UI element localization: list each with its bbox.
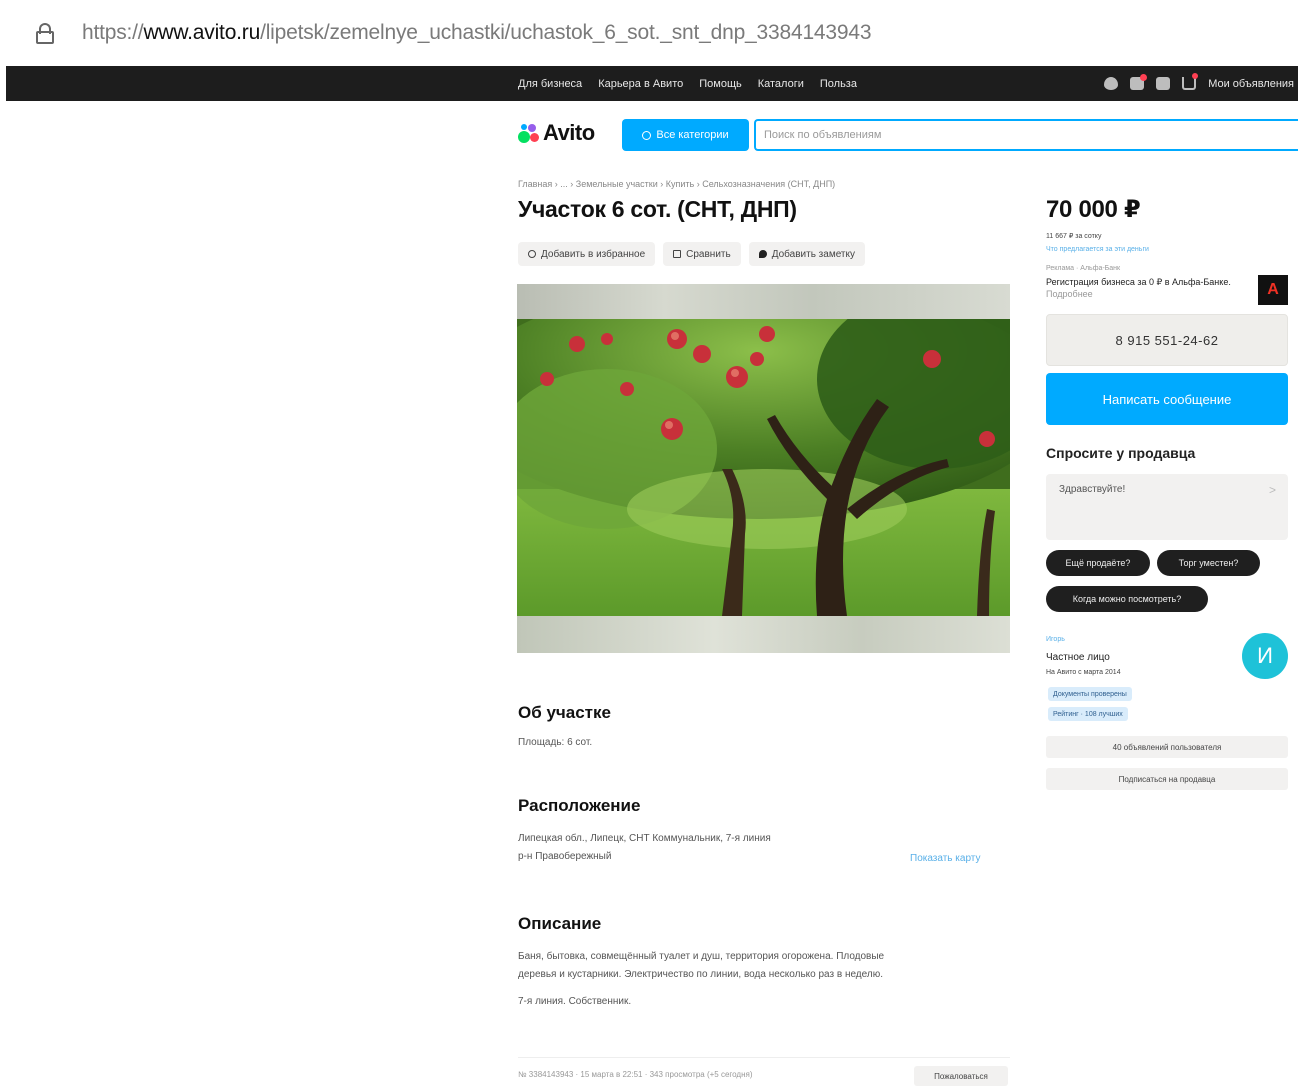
top-nav-career[interactable]: Карьера в Авито <box>598 78 683 90</box>
alfa-bank-logo-letter: А <box>1267 281 1279 298</box>
lock-icon <box>36 22 54 44</box>
add-to-favorites-label: Добавить в избранное <box>541 248 646 260</box>
favorites-heart-icon[interactable] <box>1104 77 1119 90</box>
url-text[interactable]: https://www.avito.ru/lipetsk/zemelnye_uc… <box>82 21 872 45</box>
seller-rating-badge: Рейтинг · 108 лучших <box>1048 707 1128 721</box>
apple-tree-image <box>517 319 1010 616</box>
ad-more-link[interactable]: Подробнее <box>1046 289 1093 299</box>
quick-question-chip[interactable]: Когда можно посмотреть? <box>1046 586 1208 612</box>
subscribe-seller-button[interactable]: Подписаться на продавца <box>1046 768 1288 790</box>
logo-text: Avito <box>543 120 595 145</box>
photo-blur-top <box>517 284 1010 319</box>
compare-label: Сравнить <box>686 248 731 260</box>
add-note-button[interactable]: Добавить заметку <box>748 242 865 266</box>
compare-icon <box>673 250 682 258</box>
browser-address-bar[interactable]: https://www.avito.ru/lipetsk/zemelnye_uc… <box>0 0 1298 66</box>
location-heading: Расположение <box>518 796 641 815</box>
about-area: Площадь: 6 сот. <box>518 737 593 748</box>
top-nav-business[interactable]: Для бизнеса <box>518 78 582 90</box>
heart-icon <box>528 250 536 258</box>
docs-verified-badge: Документы проверены <box>1048 687 1132 701</box>
top-nav-help[interactable]: Помощь <box>699 78 742 90</box>
ad-text: Регистрация бизнеса за 0 ₽ в Альфа-Банке… <box>1046 277 1231 287</box>
search-icon <box>642 130 652 140</box>
listing-actions: Добавить в избранное Сравнить Добавить з… <box>518 242 865 266</box>
search-input[interactable]: Поиск по объявлениям <box>754 119 1298 151</box>
write-message-button[interactable]: Написать сообщение <box>1046 373 1288 425</box>
alfa-bank-logo[interactable]: А <box>1258 275 1288 305</box>
ask-seller-placeholder: Здравствуйте! <box>1059 484 1126 495</box>
ad-label: Реклама · Альфа-Банк <box>1046 265 1121 272</box>
seller-type: Частное лицо <box>1046 652 1110 663</box>
seller-avatar[interactable]: И <box>1242 633 1288 679</box>
top-nav-links: Для бизнеса Карьера в Авито Помощь Катал… <box>518 66 857 101</box>
location-address: Липецкая обл., Липецк, СНТ Коммунальник,… <box>518 833 771 844</box>
divider <box>518 1057 1010 1058</box>
about-heading: Об участке <box>518 703 611 722</box>
all-categories-label: Все категории <box>656 129 729 141</box>
ad-text-block[interactable]: Регистрация бизнеса за 0 ₽ в Альфа-Банке… <box>1046 276 1246 300</box>
seller-name-link[interactable]: Игорь <box>1046 636 1065 643</box>
page-title: Участок 6 сот. (СНТ, ДНП) <box>518 196 797 222</box>
avito-logo-icon <box>518 122 540 144</box>
price-info-link[interactable]: Что предлагается за эти деньги <box>1046 246 1149 253</box>
all-seller-ads-button[interactable]: 40 объявлений пользователя <box>1046 736 1288 758</box>
avito-logo[interactable]: Avito <box>518 120 595 146</box>
send-arrow-icon[interactable]: > <box>1269 483 1276 497</box>
note-icon <box>758 250 767 258</box>
listing-meta: № 3384143943 · 15 марта в 22:51 · 343 пр… <box>518 1070 753 1079</box>
description-line-2: деревья и кустарники. Электричество по л… <box>518 969 883 980</box>
location-district: р-н Правобережный <box>518 851 612 862</box>
top-nav-catalogs[interactable]: Каталоги <box>758 78 804 90</box>
show-phone-button[interactable]: 8 915 551-24-62 <box>1046 314 1288 366</box>
description-line-3: 7-я линия. Собственник. <box>518 996 632 1007</box>
quick-question-chip[interactable]: Торг уместен? <box>1157 550 1260 576</box>
description-heading: Описание <box>518 914 602 933</box>
price: 70 000 ₽ <box>1046 196 1141 223</box>
top-navigation: Для бизнеса Карьера в Авито Помощь Катал… <box>6 66 1298 101</box>
cart-icon[interactable] <box>1182 73 1199 90</box>
breadcrumb[interactable]: Главная › ... › Земельные участки › Купи… <box>518 179 835 189</box>
show-map-link[interactable]: Показать карту <box>910 853 980 864</box>
top-nav-user-area: Мои объявления <box>1104 66 1294 101</box>
listing-photo[interactable] <box>517 284 1010 653</box>
add-to-favorites-button[interactable]: Добавить в избранное <box>518 242 656 266</box>
ask-seller-input[interactable]: Здравствуйте! > <box>1046 474 1288 540</box>
notifications-bell-icon[interactable] <box>1130 74 1148 90</box>
add-note-label: Добавить заметку <box>771 248 855 260</box>
compare-button[interactable]: Сравнить <box>663 242 741 266</box>
top-nav-benefit[interactable]: Польза <box>820 78 857 90</box>
description-line-1: Баня, бытовка, совмещённый туалет и душ,… <box>518 951 885 962</box>
price-per-sotka: 11 667 ₽ за сотку <box>1046 233 1102 240</box>
seller-since: На Авито с марта 2014 <box>1046 669 1121 676</box>
photo-blur-bottom <box>517 616 1010 653</box>
search-placeholder: Поиск по объявлениям <box>764 129 882 141</box>
report-button[interactable]: Пожаловаться <box>914 1066 1008 1086</box>
my-ads-link[interactable]: Мои объявления <box>1208 78 1294 90</box>
quick-question-chip[interactable]: Ещё продаёте? <box>1046 550 1150 576</box>
messages-chat-icon[interactable] <box>1156 77 1171 90</box>
ask-seller-heading: Спросите у продавца <box>1046 445 1196 461</box>
all-categories-button[interactable]: Все категории <box>622 119 749 151</box>
